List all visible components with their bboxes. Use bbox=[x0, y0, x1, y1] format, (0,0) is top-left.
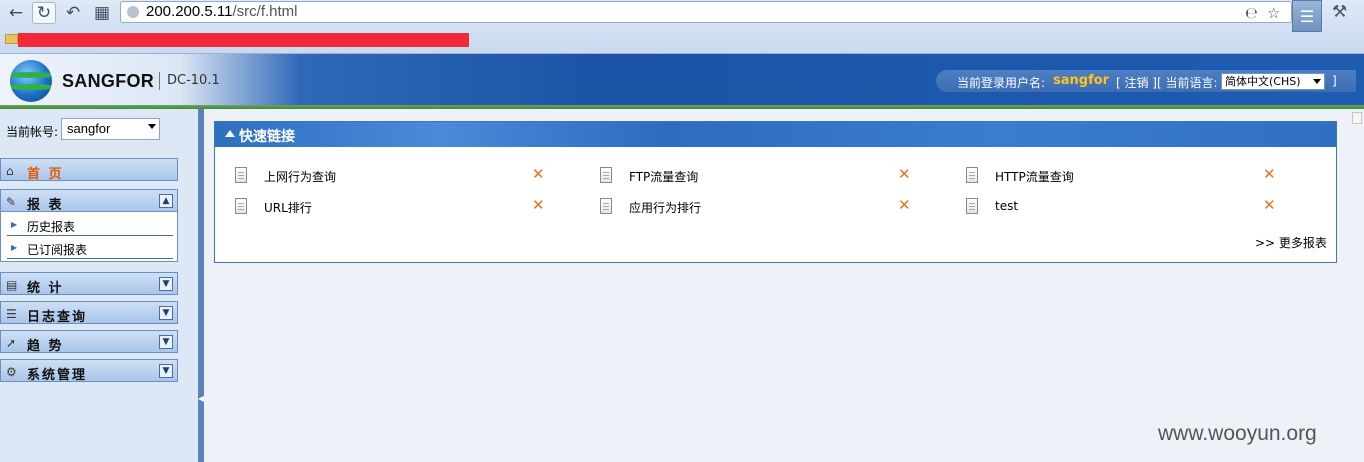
language-bracket: ] bbox=[1332, 74, 1337, 88]
collapse-sidebar-icon[interactable]: ◀ bbox=[198, 392, 204, 406]
language-select[interactable]: 简体中文(CHS) bbox=[1221, 73, 1325, 90]
logo-text: SANGFOR bbox=[62, 71, 155, 91]
sidebar: 当前帐号: sangfor ⌂ 首 页 ✎ 报 表 ▲ ▶ 历史报表 ▶ 已订阅… bbox=[0, 109, 198, 462]
sidebar-splitter[interactable] bbox=[198, 109, 204, 462]
expand-icon[interactable]: ▼ bbox=[159, 277, 173, 291]
log-icon: ☰ bbox=[6, 307, 17, 321]
bookmarks-bar bbox=[0, 28, 1364, 52]
delete-icon[interactable]: ✕ bbox=[898, 196, 911, 214]
delete-icon[interactable]: ✕ bbox=[532, 196, 545, 214]
report-icon: ✎ bbox=[6, 195, 17, 209]
quicklink-item[interactable]: test ✕ bbox=[966, 196, 1281, 218]
url-path: /src/f.html bbox=[232, 3, 298, 20]
ie-tab-icon[interactable]: ℮ bbox=[1245, 4, 1258, 22]
delete-icon[interactable]: ✕ bbox=[532, 165, 545, 183]
quicklinks-title: 快速链接 bbox=[239, 129, 295, 145]
app-header: SANGFOR DC-10.1 当前登录用户名: sangfor [ 注销 ] … bbox=[0, 54, 1364, 107]
sidebar-item-label: 系统管理 bbox=[27, 368, 88, 383]
delete-icon[interactable]: ✕ bbox=[1263, 165, 1276, 183]
arrow-right-icon: ▶ bbox=[11, 243, 18, 252]
sidebar-subitem-history-report[interactable]: ▶ 历史报表 bbox=[7, 214, 173, 236]
account-label: 当前帐号: bbox=[6, 125, 59, 139]
undo-icon[interactable]: ↶ bbox=[61, 2, 85, 24]
document-icon bbox=[966, 198, 978, 214]
chart-icon: ▤ bbox=[6, 278, 18, 292]
url-host: 200.200.5.11 bbox=[146, 3, 233, 20]
redaction-bar bbox=[18, 33, 469, 47]
folder-icon[interactable] bbox=[5, 34, 18, 44]
logout-link[interactable]: [ 注销 ] bbox=[1116, 74, 1157, 91]
sidebar-subitem-subscribed-report[interactable]: ▶ 已订阅报表 bbox=[7, 237, 173, 259]
quicklink-label[interactable]: 上网行为查询 bbox=[264, 168, 336, 185]
delete-icon[interactable]: ✕ bbox=[1263, 196, 1276, 214]
quicklink-item[interactable]: FTP流量查询 ✕ bbox=[600, 165, 915, 187]
language-value: 简体中文(CHS) bbox=[1225, 75, 1301, 88]
page-info-icon bbox=[127, 6, 139, 18]
trend-icon: ➚ bbox=[6, 336, 17, 350]
quicklink-label[interactable]: 应用行为排行 bbox=[629, 199, 701, 216]
account-select[interactable]: sangfor bbox=[61, 118, 160, 140]
url-text: 200.200.5.11/src/f.html bbox=[146, 3, 298, 20]
quicklink-item[interactable]: 上网行为查询 ✕ bbox=[235, 165, 550, 187]
sangfor-logo-icon bbox=[10, 60, 52, 102]
collapse-up-icon[interactable] bbox=[225, 130, 235, 137]
quicklinks-panel: 快速链接 上网行为查询 ✕ FTP流量查询 ✕ HTTP流量查询 ✕ URL排行… bbox=[214, 121, 1337, 263]
sidebar-item-label: 首 页 bbox=[27, 167, 64, 182]
user-label: 当前登录用户名: bbox=[957, 76, 1046, 90]
home-icon: ⌂ bbox=[6, 164, 14, 178]
delete-icon[interactable]: ✕ bbox=[898, 165, 911, 183]
language-label: [ 当前语言: bbox=[1157, 76, 1218, 90]
admin-icon: ⚙ bbox=[6, 365, 17, 379]
back-arrow-icon[interactable]: ← bbox=[4, 2, 28, 24]
sidebar-item-home[interactable]: ⌂ 首 页 bbox=[0, 158, 178, 182]
chevron-down-icon bbox=[1313, 79, 1321, 84]
more-reports-link[interactable]: >> 更多报表 bbox=[1255, 234, 1327, 251]
address-bar[interactable]: 200.200.5.11/src/f.html ℮ ☆ bbox=[120, 1, 1292, 23]
document-icon bbox=[600, 198, 612, 214]
logo-divider bbox=[159, 72, 160, 90]
sidebar-item-log-query[interactable]: ☰ 日志查询 ▼ bbox=[0, 301, 178, 325]
apps-grid-icon[interactable]: ▦ bbox=[90, 2, 114, 24]
sidebar-item-statistics[interactable]: ▤ 统 计 ▼ bbox=[0, 272, 178, 296]
bookmark-star-icon[interactable]: ☆ bbox=[1267, 4, 1280, 22]
username: sangfor bbox=[1053, 73, 1110, 88]
quicklink-item[interactable]: HTTP流量查询 ✕ bbox=[966, 165, 1281, 187]
sidebar-item-label: 趋 势 bbox=[27, 339, 64, 354]
quicklink-item[interactable]: 应用行为排行 ✕ bbox=[600, 196, 915, 218]
quicklink-label[interactable]: HTTP流量查询 bbox=[995, 168, 1074, 185]
expand-icon[interactable]: ▼ bbox=[159, 335, 173, 349]
arrow-right-icon: ▶ bbox=[11, 220, 18, 229]
sidebar-subitem-label: 已订阅报表 bbox=[27, 243, 88, 257]
document-icon bbox=[966, 167, 978, 183]
document-icon bbox=[235, 198, 247, 214]
sidebar-item-report[interactable]: ✎ 报 表 ▲ bbox=[0, 189, 178, 213]
scrollbar[interactable] bbox=[1352, 112, 1362, 124]
sidebar-item-label: 统 计 bbox=[27, 281, 64, 296]
watermark: www.wooyun.org bbox=[1158, 422, 1317, 445]
quicklink-label[interactable]: FTP流量查询 bbox=[629, 168, 698, 185]
report-submenu: ▶ 历史报表 ▶ 已订阅报表 bbox=[0, 212, 178, 262]
expand-icon[interactable]: ▼ bbox=[159, 306, 173, 320]
sidebar-item-label: 报 表 bbox=[27, 198, 64, 213]
quicklink-label[interactable]: test bbox=[995, 199, 1018, 213]
document-icon bbox=[235, 167, 247, 183]
browser-toolbar: ← ↻ ↶ ▦ 200.200.5.11/src/f.html ℮ ☆ ☰ ⚒ bbox=[0, 0, 1364, 54]
quicklink-item[interactable]: URL排行 ✕ bbox=[235, 196, 550, 218]
collapse-icon[interactable]: ▲ bbox=[159, 194, 173, 208]
account-value: sangfor bbox=[67, 121, 111, 136]
reload-icon[interactable]: ↻ bbox=[32, 2, 56, 24]
wrench-icon[interactable]: ⚒ bbox=[1332, 2, 1347, 22]
header-divider bbox=[0, 105, 1364, 109]
expand-icon[interactable]: ▼ bbox=[159, 364, 173, 378]
user-info-bar: 当前登录用户名: sangfor [ 注销 ] [ 当前语言: 简体中文(CHS… bbox=[936, 70, 1356, 92]
sidebar-subitem-label: 历史报表 bbox=[27, 220, 76, 234]
chevron-down-icon bbox=[148, 124, 156, 129]
quicklink-label[interactable]: URL排行 bbox=[264, 199, 312, 216]
quicklinks-header[interactable]: 快速链接 bbox=[215, 122, 1336, 147]
sidebar-item-trend[interactable]: ➚ 趋 势 ▼ bbox=[0, 330, 178, 354]
sidebar-item-system-admin[interactable]: ⚙ 系统管理 ▼ bbox=[0, 359, 178, 383]
document-icon bbox=[600, 167, 612, 183]
version-label: DC-10.1 bbox=[167, 73, 220, 88]
sidebar-item-label: 日志查询 bbox=[27, 310, 88, 325]
